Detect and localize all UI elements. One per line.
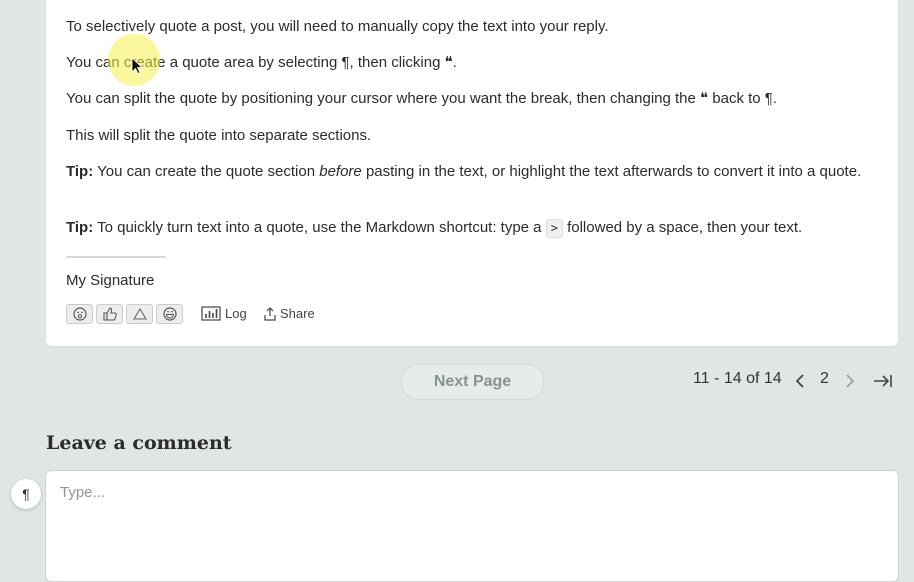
tip-text: You can create the quote section — [93, 163, 320, 180]
log-label: Log — [225, 306, 247, 321]
current-page-number[interactable]: 2 — [820, 370, 829, 388]
comment-editor[interactable] — [45, 470, 899, 582]
next-page-button[interactable]: Next Page — [401, 364, 544, 400]
tip-text: pasting in the text, or highlight the te… — [361, 163, 862, 180]
next-page-icon[interactable] — [842, 372, 858, 390]
share-button[interactable]: Share — [264, 306, 315, 321]
reaction-wow-button[interactable] — [66, 304, 93, 324]
paragraph-format-button[interactable]: ¶ — [11, 479, 41, 509]
post-paragraph-2: You can create a quote area by selecting… — [66, 54, 457, 71]
reaction-triangle-button[interactable] — [126, 304, 153, 324]
thumbs-up-icon — [102, 307, 117, 321]
previous-page-icon[interactable] — [792, 372, 808, 390]
markdown-code: > — [545, 219, 563, 238]
comment-input[interactable] — [58, 483, 882, 502]
tip-paragraph-1: Tip: You can create the quote section be… — [66, 162, 866, 182]
post-card: To selectively quote a post, you will ne… — [46, 0, 898, 346]
signature: My Signature — [66, 272, 155, 289]
reaction-thumbs-up-button[interactable] — [96, 304, 123, 324]
share-label: Share — [280, 306, 315, 321]
signature-divider — [66, 256, 166, 258]
tip-label: Tip: — [66, 219, 94, 236]
tip-label: Tip: — [66, 163, 94, 180]
triangle-icon — [132, 307, 147, 320]
wow-icon — [72, 307, 87, 321]
comment-section-title: Leave a comment — [46, 432, 232, 454]
share-icon — [264, 306, 276, 321]
reaction-grin-button[interactable] — [156, 304, 183, 324]
reaction-bar — [66, 304, 183, 324]
pagination-range: 11 - 14 of 14 — [693, 370, 782, 387]
tip-paragraph-2: Tip: To quickly turn text into a quote, … — [66, 218, 866, 238]
mouse-cursor-icon — [131, 57, 143, 75]
grin-icon — [162, 307, 177, 321]
bar-chart-icon — [201, 306, 221, 321]
tip-text: To quickly turn text into a quote, use t… — [93, 219, 546, 236]
post-paragraph-3: You can split the quote by positioning y… — [66, 90, 778, 107]
log-button[interactable]: Log — [201, 306, 247, 321]
last-page-icon[interactable] — [873, 372, 893, 390]
post-paragraph-4: This will split the quote into separate … — [66, 127, 372, 144]
tip-emphasis: before — [319, 163, 362, 180]
tip-text: followed by a space, then your text. — [562, 219, 803, 236]
post-paragraph-1: To selectively quote a post, you will ne… — [66, 18, 609, 35]
